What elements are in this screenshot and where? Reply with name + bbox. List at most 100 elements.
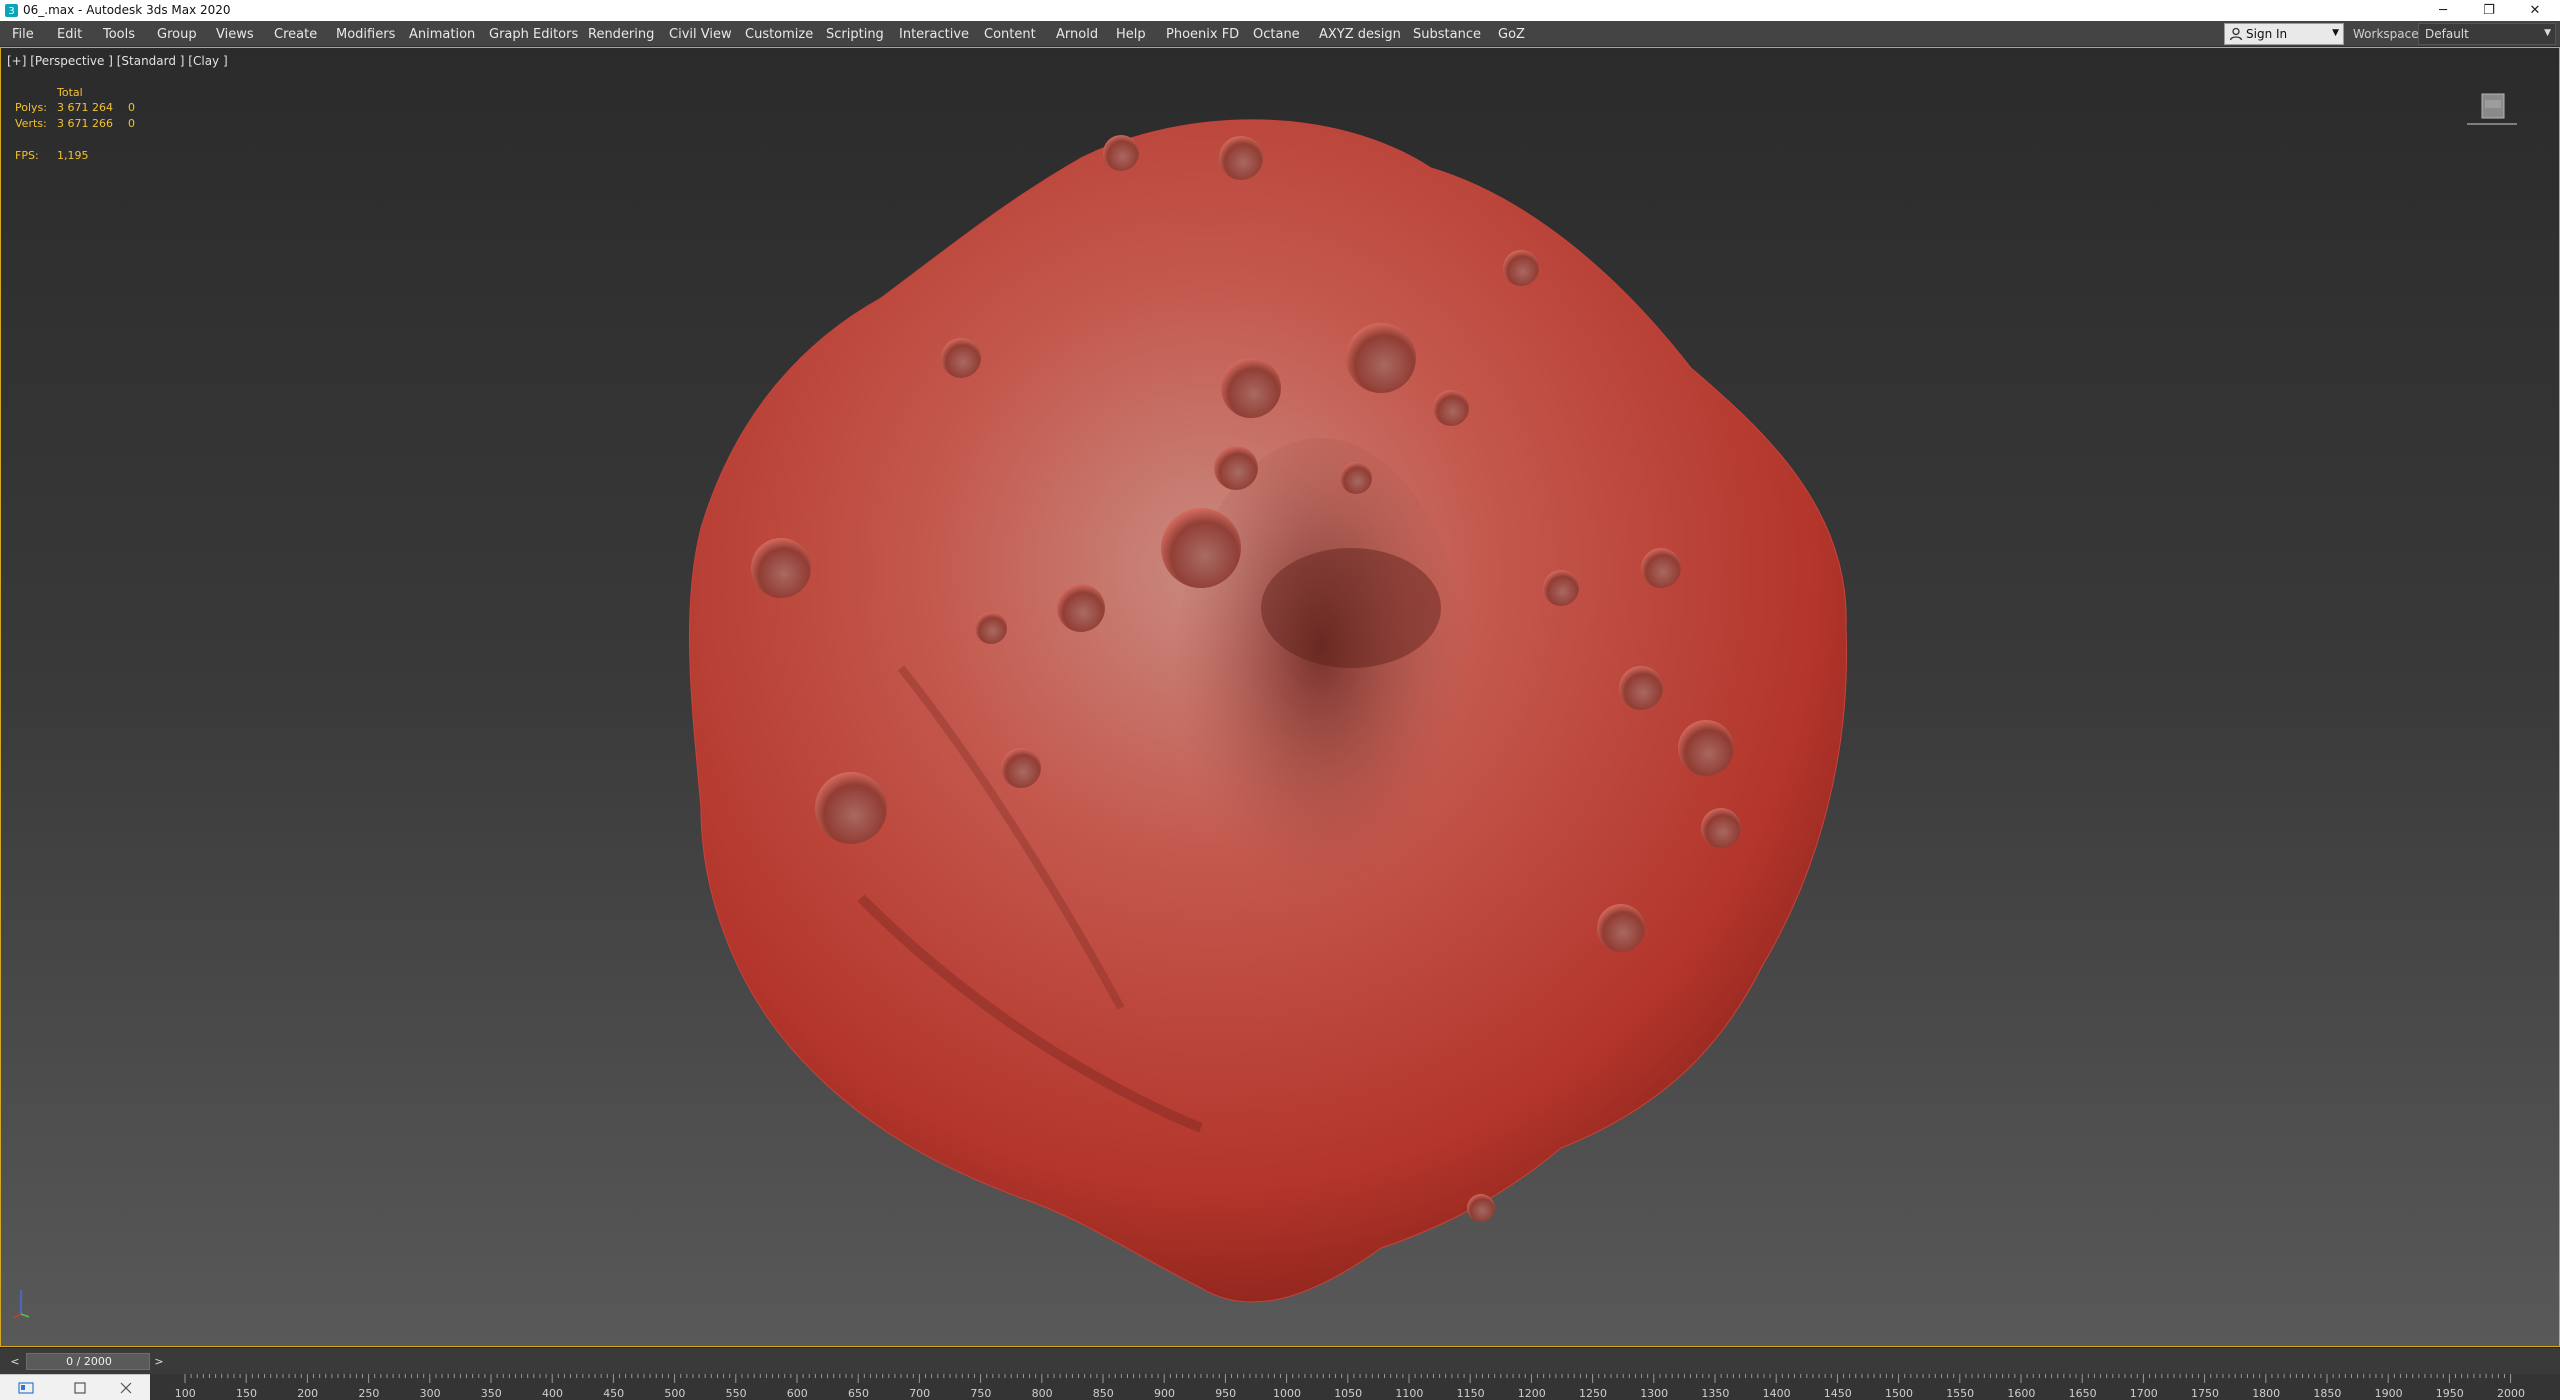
ruler-label: 600 [786,1387,808,1400]
ruler-label: 1600 [2007,1387,2036,1400]
menu-bar: File Edit Tools Group Views Create Modif… [0,21,2560,47]
stats-polys-selected: 0 [128,101,135,114]
ruler-label: 700 [909,1387,931,1400]
asteroid-model [688,119,1847,1303]
menu-civil-view[interactable]: Civil View [669,27,732,42]
ruler-label: 1400 [1762,1387,1791,1400]
menu-file[interactable]: File [12,27,34,42]
menu-animation[interactable]: Animation [409,27,475,42]
ruler-label: 800 [1031,1387,1053,1400]
ruler-label: 750 [970,1387,992,1400]
menu-graph-editors[interactable]: Graph Editors [489,27,578,42]
ruler-label: 250 [358,1387,380,1400]
menu-scripting[interactable]: Scripting [826,27,884,42]
menu-arnold[interactable]: Arnold [1056,27,1098,42]
timeline-ruler[interactable]: 100 150 200 250 300 350 400 450 500 550 600 650 700 7… [150,1374,2560,1400]
ruler-label: 200 [297,1387,319,1400]
taskbar [0,1374,150,1400]
ruler-label: 1250 [1579,1387,1607,1400]
stats-polys-label: Polys: [15,101,47,114]
ruler-label: 1550 [1946,1387,1975,1400]
ruler-label: 850 [1092,1387,1114,1400]
ruler-label: 1350 [1701,1387,1730,1400]
viewcube-icon[interactable] [2467,90,2517,130]
ruler-label: 1150 [1456,1387,1485,1400]
ruler-label: 350 [480,1387,502,1400]
menu-customize[interactable]: Customize [745,27,813,42]
stats-total-header: Total [57,86,83,99]
ruler-label: 1200 [1517,1387,1546,1400]
close-button[interactable]: ✕ [2512,0,2558,21]
chevron-down-icon: ▼ [2332,28,2339,38]
axis-tripod-icon [12,1290,30,1319]
ruler-label: 1650 [2068,1387,2097,1400]
ruler-label: 1300 [1640,1387,1669,1400]
ruler-label: 1100 [1395,1387,1424,1400]
menu-octane[interactable]: Octane [1253,27,1300,42]
viewport-label[interactable]: [+] [Perspective ] [Standard ] [Clay ] [7,54,228,68]
menu-views[interactable]: Views [216,27,254,42]
time-slider-bar: < 0 / 2000 > [0,1347,2560,1374]
ruler-label: 1800 [2252,1387,2281,1400]
stats-verts-value: 3 671 266 [57,117,113,130]
app-window-icon[interactable] [18,1380,34,1396]
ruler-label: 150 [236,1387,257,1400]
ruler-label: 1850 [2313,1387,2342,1400]
menu-modifiers[interactable]: Modifiers [336,27,395,42]
menu-axyz-design[interactable]: AXYZ design [1319,27,1401,42]
stats-verts-selected: 0 [128,117,135,130]
menu-tools[interactable]: Tools [103,27,135,42]
minimize-button[interactable]: ─ [2420,0,2466,21]
ruler-label: 1000 [1273,1387,1301,1400]
ruler-label: 900 [1154,1387,1175,1400]
ruler-label: 1700 [2129,1387,2158,1400]
ruler-label: 950 [1215,1387,1237,1400]
previous-frame-button[interactable]: < [8,1355,22,1369]
stats-verts-label: Verts: [15,117,47,130]
sign-in-label: Sign In [2246,27,2288,41]
restore-button[interactable]: ❐ [2466,0,2512,21]
ruler-label: 550 [725,1387,747,1400]
ruler-label: 100 [174,1387,196,1400]
stats-fps-value: 1,195 [57,149,89,162]
menu-content[interactable]: Content [984,27,1036,42]
workspaces-value: Default [2425,27,2469,41]
menu-substance[interactable]: Substance [1413,27,1481,42]
ruler-label: 1950 [2435,1387,2464,1400]
ruler-label: 1900 [2374,1387,2403,1400]
stats-fps-label: FPS: [15,149,39,162]
stats-polys-value: 3 671 264 [57,101,113,114]
time-slider[interactable]: 0 / 2000 [26,1353,150,1370]
ruler-label: 400 [542,1387,563,1400]
ruler-label: 1050 [1334,1387,1363,1400]
menu-group[interactable]: Group [157,27,197,42]
3ds-max-app-icon: 3 [5,4,18,17]
ruler-label: 500 [664,1387,686,1400]
window-title: 06_.max - Autodesk 3ds Max 2020 [23,3,231,17]
menu-rendering[interactable]: Rendering [588,27,654,42]
ruler-label: 2000 [2497,1387,2525,1400]
title-bar: 3 06_.max - Autodesk 3ds Max 2020 ─ ❐ ✕ [0,0,2560,21]
workspaces-select[interactable]: Default ▼ [2418,23,2556,45]
svg-text:3: 3 [8,6,14,17]
menu-edit[interactable]: Edit [57,27,82,42]
ruler-label: 450 [603,1387,625,1400]
chevron-down-icon: ▼ [2544,28,2551,38]
ruler-label: 650 [848,1387,869,1400]
next-frame-button[interactable]: > [152,1355,166,1369]
square-icon[interactable] [72,1380,88,1396]
ruler-label: 1500 [1885,1387,1913,1400]
menu-goz[interactable]: GoZ [1498,27,1525,42]
close-x-icon[interactable] [118,1380,134,1396]
ruler-label: 300 [419,1387,441,1400]
menu-create[interactable]: Create [274,27,317,42]
menu-interactive[interactable]: Interactive [899,27,969,42]
user-icon [2229,27,2243,41]
sign-in-dropdown[interactable]: Sign In ▼ [2224,23,2344,45]
menu-phoenix-fd[interactable]: Phoenix FD [1166,27,1239,42]
ruler-label: 1750 [2191,1387,2219,1400]
menu-help[interactable]: Help [1116,27,1146,42]
perspective-viewport[interactable]: [+] [Perspective ] [Standard ] [Clay ] T… [0,47,2560,1347]
time-slider-frame: 0 / 2000 [66,1355,112,1368]
ruler-label: 1450 [1823,1387,1852,1400]
